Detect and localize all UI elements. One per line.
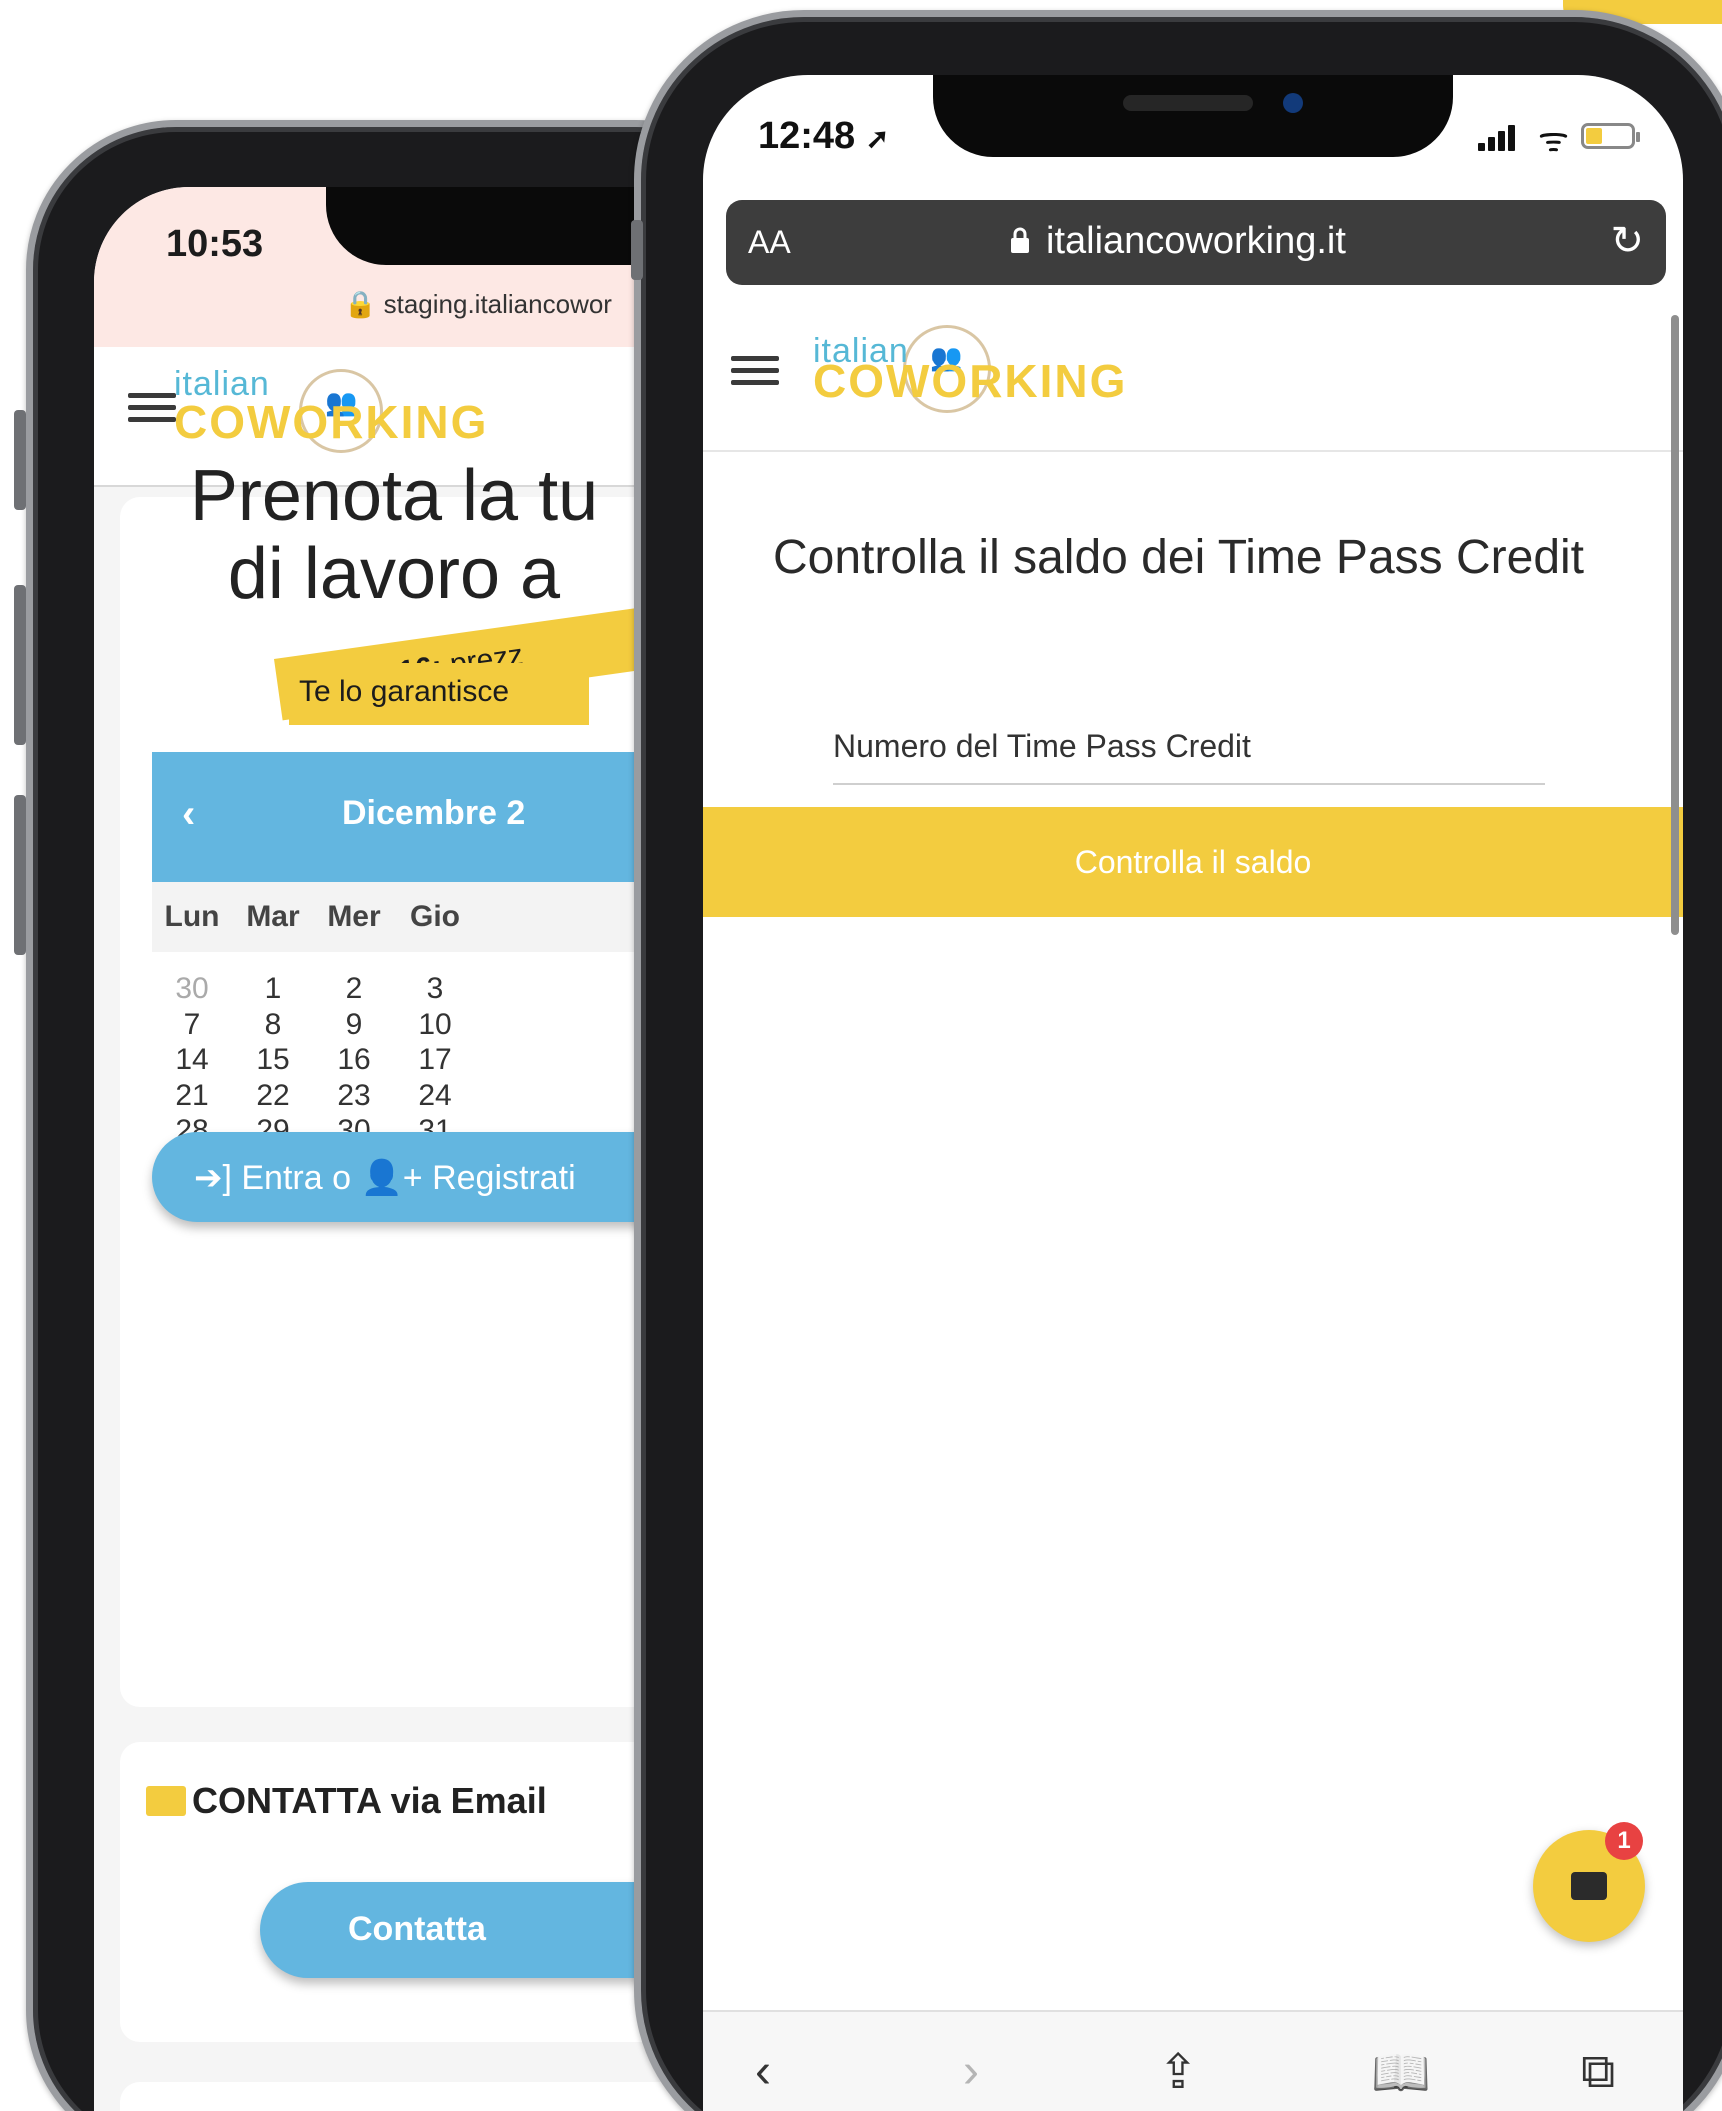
- calendar-day[interactable]: 10: [395, 1008, 475, 1042]
- envelope-icon: [146, 1786, 186, 1816]
- back-phone-volume-up: [14, 585, 26, 745]
- hero-title: Prenota la tu di lavoro a: [94, 457, 694, 613]
- lock-icon: [1011, 227, 1029, 253]
- front-status-time: 12:48 ➚: [758, 115, 889, 158]
- calendar-day[interactable]: 17: [395, 1043, 475, 1077]
- scrollbar[interactable]: [1671, 315, 1679, 935]
- camera-icon: [1283, 93, 1303, 113]
- battery-icon: [1581, 123, 1640, 149]
- status-time-text: 12:48: [758, 115, 856, 157]
- safari-toolbar: ‹ › ⇪ 📖 ⧉: [703, 2010, 1683, 2111]
- weekday-label: Mer: [327, 900, 381, 933]
- calendar-day[interactable]: 30: [152, 972, 232, 1006]
- logo-coworking: COWORKING: [174, 396, 489, 448]
- calendar-month-label: Dicembre 2: [342, 794, 526, 832]
- calendar-day[interactable]: 24: [395, 1079, 475, 1113]
- back-status-time: 10:53: [166, 223, 264, 265]
- calendar-day[interactable]: 9: [314, 1008, 394, 1042]
- url-text[interactable]: italiancoworking.it: [1046, 220, 1346, 263]
- back-arrow-icon[interactable]: ‹: [755, 2044, 771, 2099]
- calendar-day[interactable]: 3: [395, 972, 475, 1006]
- calendar-day[interactable]: 21: [152, 1079, 232, 1113]
- safari-url-bar[interactable]: AA italiancoworking.it ↻: [726, 200, 1666, 285]
- notification-badge: 1: [1605, 1822, 1643, 1860]
- weekday-label: Gio: [410, 900, 460, 933]
- guarantee-tag: Te lo garantisce: [289, 663, 589, 725]
- tabs-icon[interactable]: ⧉: [1581, 2044, 1615, 2100]
- chat-widget-button[interactable]: 1: [1533, 1822, 1645, 1942]
- back-url-label[interactable]: 🔒 staging.italiancowor: [344, 289, 612, 320]
- share-icon[interactable]: ⇪: [1158, 2044, 1198, 2100]
- bookmarks-icon[interactable]: 📖: [1371, 2044, 1431, 2101]
- calendar-day[interactable]: 16: [314, 1043, 394, 1077]
- calendar-day[interactable]: 22: [233, 1079, 313, 1113]
- front-notch: [933, 75, 1453, 157]
- forward-arrow-icon[interactable]: ›: [963, 2044, 979, 2099]
- logo-coworking: COWORKING: [813, 355, 1128, 407]
- back-url-text: staging.italiancowor: [383, 289, 612, 319]
- calendar-prev-button[interactable]: ‹: [182, 792, 195, 837]
- front-phone-screen: 12:48 ➚ ᯤ AA italiancoworking.it ↻ 👥 ita…: [703, 75, 1683, 2111]
- chat-icon: [1571, 1872, 1607, 1900]
- check-balance-button[interactable]: Controlla il saldo: [703, 807, 1683, 917]
- reload-icon[interactable]: ↻: [1610, 218, 1644, 264]
- contact-heading: CONTATTA via Email: [192, 1780, 547, 1821]
- calendar-day[interactable]: 1: [233, 972, 313, 1006]
- calendar-day[interactable]: 8: [233, 1008, 313, 1042]
- wifi-icon: ᯤ: [1538, 121, 1570, 159]
- hero-title-line2: di lavoro a: [227, 534, 561, 614]
- calendar-day[interactable]: 7: [152, 1008, 232, 1042]
- weekday-label: Mar: [246, 900, 300, 933]
- calendar-day[interactable]: 2: [314, 972, 394, 1006]
- time-pass-number-input[interactable]: [833, 710, 1545, 785]
- back-phone-silent-switch: [14, 410, 26, 510]
- menu-icon[interactable]: [128, 393, 176, 423]
- menu-icon[interactable]: [731, 356, 779, 386]
- calendar-day[interactable]: 15: [233, 1043, 313, 1077]
- page-title: Controlla il saldo dei Time Pass Credit: [773, 531, 1585, 584]
- text-size-button[interactable]: AA: [748, 224, 791, 261]
- front-site-header: 👥 italian COWORKING: [703, 310, 1683, 452]
- speaker-grille: [1123, 95, 1253, 111]
- lock-icon: 🔒: [344, 289, 384, 319]
- hero-title-line1: Prenota la tu: [189, 456, 599, 536]
- front-phone-switch: [631, 220, 643, 280]
- location-arrow-icon: ➚: [865, 123, 890, 154]
- calendar-day[interactable]: 23: [314, 1079, 394, 1113]
- calendar-day[interactable]: 14: [152, 1043, 232, 1077]
- weekday-label: Lun: [164, 900, 220, 933]
- back-phone-volume-down: [14, 795, 26, 955]
